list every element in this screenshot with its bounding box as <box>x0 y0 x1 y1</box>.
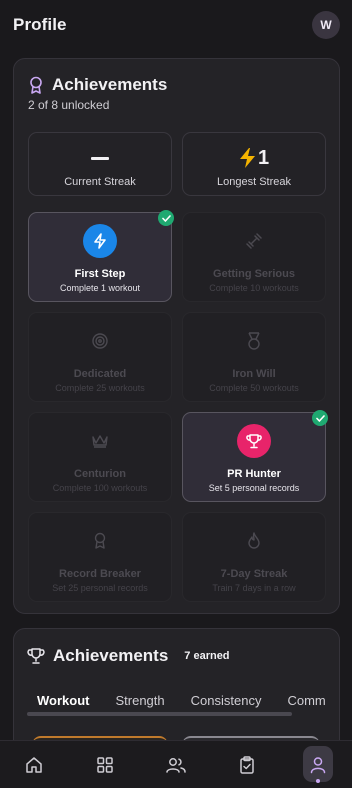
nav-plans[interactable] <box>230 741 264 788</box>
tab-community[interactable]: Comm <box>287 693 325 708</box>
achievements-header: Achievements <box>28 75 167 95</box>
badge-getting-serious[interactable]: Getting Serious Complete 10 workouts <box>182 212 326 302</box>
badge-name: 7-Day Streak <box>220 568 288 580</box>
badge-desc: Complete 10 workouts <box>209 283 299 293</box>
badge-7-day-streak[interactable]: 7-Day Streak Train 7 days in a row <box>182 512 326 602</box>
tabs-scrollbar[interactable] <box>27 712 292 716</box>
target-icon <box>92 333 108 349</box>
badge-desc: Complete 1 workout <box>59 283 141 293</box>
current-streak-stat: Current Streak <box>28 132 172 196</box>
dumbbell-icon <box>246 233 262 249</box>
users-icon <box>166 758 186 773</box>
longest-streak-stat: 1 Longest Streak <box>182 132 326 196</box>
crown-icon <box>92 435 108 448</box>
lightning-icon <box>94 233 106 249</box>
clipboard-icon <box>240 756 254 774</box>
empty-value-dash <box>91 156 109 160</box>
nav-community[interactable] <box>159 741 193 788</box>
app-header: Profile W <box>0 0 352 50</box>
lightning-icon <box>239 148 255 168</box>
page-title: Profile <box>13 15 67 34</box>
badge-name: Iron Will <box>232 368 276 380</box>
achievements-card: Achievements 2 of 8 unlocked Current Str… <box>13 58 340 614</box>
badge-desc: Complete 25 workouts <box>55 383 145 393</box>
badge-name: Dedicated <box>73 368 127 380</box>
badge-desc: Set 25 personal records <box>52 583 148 593</box>
stat-label: Longest Streak <box>217 176 291 188</box>
grid-icon <box>97 757 113 773</box>
medal-icon <box>248 332 260 350</box>
badge-iron-will[interactable]: Iron Will Complete 50 workouts <box>182 312 326 402</box>
badge-desc: Set 5 personal records <box>208 483 300 493</box>
award-icon <box>94 532 106 549</box>
badge-name: PR Hunter <box>227 468 281 480</box>
badge-record-breaker[interactable]: Record Breaker Set 25 personal records <box>28 512 172 602</box>
nav-home[interactable] <box>17 741 51 788</box>
badge-name: First Step <box>74 268 126 280</box>
earned-title: Achievements <box>53 646 169 665</box>
stat-value: 1 <box>257 146 270 169</box>
active-dot <box>316 779 320 783</box>
badge-dedicated[interactable]: Dedicated Complete 25 workouts <box>28 312 172 402</box>
check-icon <box>158 210 174 226</box>
badge-pr-hunter[interactable]: PR Hunter Set 5 personal records <box>182 410 328 502</box>
home-icon <box>26 757 42 773</box>
badge-desc: Train 7 days in a row <box>212 583 296 593</box>
bottom-nav <box>0 740 352 788</box>
tab-strength[interactable]: Strength <box>115 693 164 708</box>
ribbon-icon <box>30 76 42 94</box>
trophy-icon <box>246 434 262 449</box>
achievements-title: Achievements <box>52 75 168 94</box>
nav-profile[interactable] <box>301 741 335 788</box>
badge-desc: Complete 100 workouts <box>52 483 148 493</box>
nav-grid[interactable] <box>88 741 122 788</box>
profile-icon <box>310 757 326 774</box>
trophy-icon <box>27 648 45 664</box>
check-icon <box>312 410 328 426</box>
earned-header: Achievements 7 earned <box>27 646 230 666</box>
tab-workout[interactable]: Workout <box>37 693 89 708</box>
badge-name: Record Breaker <box>59 568 141 580</box>
flame-icon <box>248 532 260 549</box>
tab-consistency[interactable]: Consistency <box>191 693 262 708</box>
stat-label: Current Streak <box>64 176 136 188</box>
badge-centurion[interactable]: Centurion Complete 100 workouts <box>28 412 172 502</box>
badge-desc: Complete 50 workouts <box>209 383 299 393</box>
badge-first-step[interactable]: First Step Complete 1 workout <box>28 210 174 302</box>
unlocked-count: 2 of 8 unlocked <box>28 98 110 112</box>
earned-count: 7 earned <box>184 650 230 662</box>
category-tabs: Workout Strength Consistency Comm <box>24 693 352 708</box>
badge-name: Centurion <box>74 468 126 480</box>
avatar[interactable]: W <box>312 11 340 39</box>
badge-name: Getting Serious <box>213 268 295 280</box>
